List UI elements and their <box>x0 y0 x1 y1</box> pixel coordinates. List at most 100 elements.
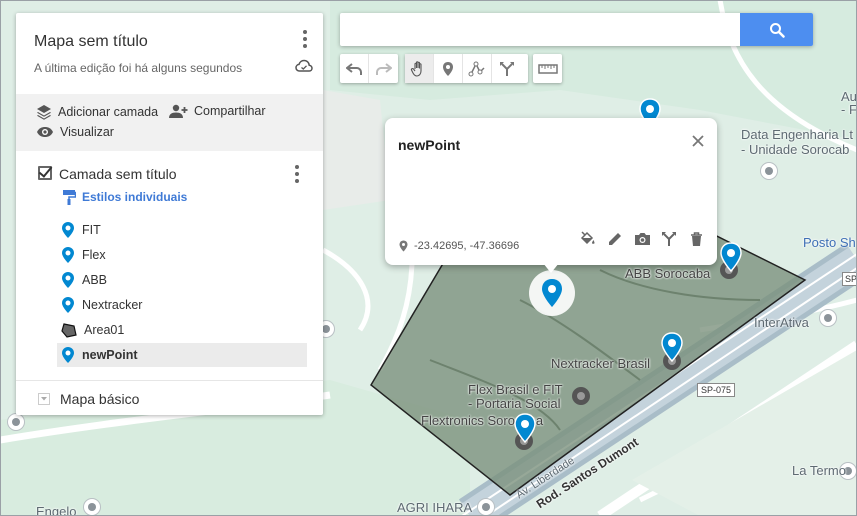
search-input[interactable] <box>340 13 740 46</box>
draw-line-button[interactable] <box>463 54 492 83</box>
last-edit-status: A última edição foi há alguns segundos <box>34 61 243 75</box>
add-layer-label: Adicionar camada <box>58 105 159 119</box>
close-popup-button[interactable] <box>691 134 705 153</box>
coordinates-text: -23.42695, -47.36696 <box>414 240 520 252</box>
map-label: - Portaria Social <box>468 396 561 411</box>
undo-button[interactable] <box>340 54 369 83</box>
layer-section: Camada sem título Estilos individuais FI… <box>16 151 323 381</box>
drawing-tools-group <box>405 54 528 83</box>
preview-label: Visualizar <box>60 125 114 139</box>
map-label: ABB Sorocaba <box>625 266 711 281</box>
add-person-icon <box>169 104 188 118</box>
polygon-icon <box>61 323 77 338</box>
layer-item-fit[interactable]: FIT <box>57 218 307 242</box>
map-label: InterAtiva <box>754 315 809 330</box>
redo-icon <box>375 62 392 75</box>
add-layer-button[interactable]: Adicionar camada <box>36 104 158 120</box>
poi-marker[interactable] <box>572 387 590 405</box>
map-label: - Unidade Sorocab <box>741 142 850 157</box>
map-sidebar-panel: Mapa sem título A última edição foi há a… <box>16 13 323 415</box>
popup-coordinates: -23.42695, -47.36696 <box>399 240 519 252</box>
redo-button[interactable] <box>369 54 398 83</box>
line-icon <box>468 61 485 76</box>
search-icon <box>769 22 785 38</box>
camera-icon <box>634 233 650 245</box>
blue-pin-icon <box>62 247 74 263</box>
layer-visibility-checkbox[interactable] <box>38 166 52 180</box>
poi-marker[interactable] <box>477 498 495 516</box>
layer-item-label: newPoint <box>82 348 138 362</box>
measure-group <box>533 54 562 83</box>
layer-item-newpoint[interactable]: newPoint <box>57 343 307 367</box>
blue-pin-icon <box>62 297 74 313</box>
poi-marker[interactable] <box>83 498 101 516</box>
expand-box <box>38 393 50 405</box>
search-button[interactable] <box>740 13 813 46</box>
directions-icon <box>662 232 676 246</box>
layer-item-label: Flex <box>82 248 106 262</box>
panel-header: Mapa sem título A última edição foi há a… <box>16 13 323 94</box>
hand-icon <box>410 60 422 77</box>
basemap-label: Mapa básico <box>60 391 140 407</box>
basemap-toggle[interactable]: Mapa básico <box>16 383 323 415</box>
map-label: - F <box>841 102 857 117</box>
blue-pin-icon <box>62 272 74 288</box>
paint-roller-icon <box>63 190 76 205</box>
map-label: La Termo <box>792 463 846 478</box>
poi-marker[interactable] <box>760 162 778 180</box>
add-photo-button[interactable] <box>633 230 651 248</box>
popup-toolbar <box>579 230 705 248</box>
road-shield: SP-075 <box>697 383 736 397</box>
layer-item-abb[interactable]: ABB <box>57 268 307 292</box>
layer-item-label: Area01 <box>84 323 125 337</box>
undo-redo-group <box>340 54 398 83</box>
feature-info-popup: newPoint -23.42695, -47.36696 <box>385 118 717 273</box>
popup-tail <box>543 263 559 273</box>
poi-marker[interactable] <box>819 309 837 327</box>
paint-bucket-icon <box>580 231 595 245</box>
poi-marker[interactable] <box>7 413 25 431</box>
map-title[interactable]: Mapa sem título <box>34 33 148 51</box>
layer-item-area01[interactable]: Area01 <box>57 318 307 342</box>
layers-icon <box>37 105 51 120</box>
map-pin-icon[interactable] <box>514 413 536 443</box>
edit-button[interactable] <box>606 230 624 248</box>
cloud-saved-icon <box>295 59 313 72</box>
style-button[interactable] <box>579 230 597 248</box>
individual-styles-label: Estilos individuais <box>82 190 188 204</box>
preview-button[interactable]: Visualizar <box>36 125 114 139</box>
directions-to-button[interactable] <box>660 230 678 248</box>
chevron-down-icon <box>41 397 47 401</box>
layer-item-nextracker[interactable]: Nextracker <box>57 293 307 317</box>
close-icon <box>692 135 704 147</box>
layer-options-button[interactable] <box>287 164 307 184</box>
map-label: Posto Sh <box>803 235 856 250</box>
map-pin-icon[interactable] <box>720 242 742 272</box>
road-shield: SP <box>842 272 857 286</box>
location-pin-icon <box>399 240 408 252</box>
measure-button[interactable] <box>533 54 562 83</box>
map-label: Nextracker Brasil <box>551 356 650 371</box>
new-point-pin-icon[interactable] <box>541 278 563 308</box>
layer-item-label: ABB <box>82 273 108 287</box>
layer-item-label: Nextracker <box>82 298 143 312</box>
hand-tool-button[interactable] <box>405 54 434 83</box>
layer-title[interactable]: Camada sem título <box>59 166 177 182</box>
map-label: AGRI IHARA <box>397 500 473 515</box>
share-label: Compartilhar <box>194 104 266 118</box>
layer-item-label: FIT <box>82 223 101 237</box>
map-pin-icon[interactable] <box>661 332 683 362</box>
map-label: Engelo <box>36 504 77 516</box>
ruler-icon <box>537 63 558 74</box>
panel-actions: Adicionar camada Compartilhar Visualizar <box>16 94 323 151</box>
popup-title: newPoint <box>398 137 461 153</box>
share-button[interactable]: Compartilhar <box>168 104 266 118</box>
eye-icon <box>37 127 53 137</box>
individual-styles-link[interactable]: Estilos individuais <box>62 189 187 205</box>
map-label: Data Engenharia Lt <box>741 127 854 142</box>
add-marker-button[interactable] <box>434 54 463 83</box>
map-options-button[interactable] <box>295 29 315 49</box>
layer-item-flex[interactable]: Flex <box>57 243 307 267</box>
directions-button[interactable] <box>492 54 521 83</box>
delete-button[interactable] <box>687 230 705 248</box>
